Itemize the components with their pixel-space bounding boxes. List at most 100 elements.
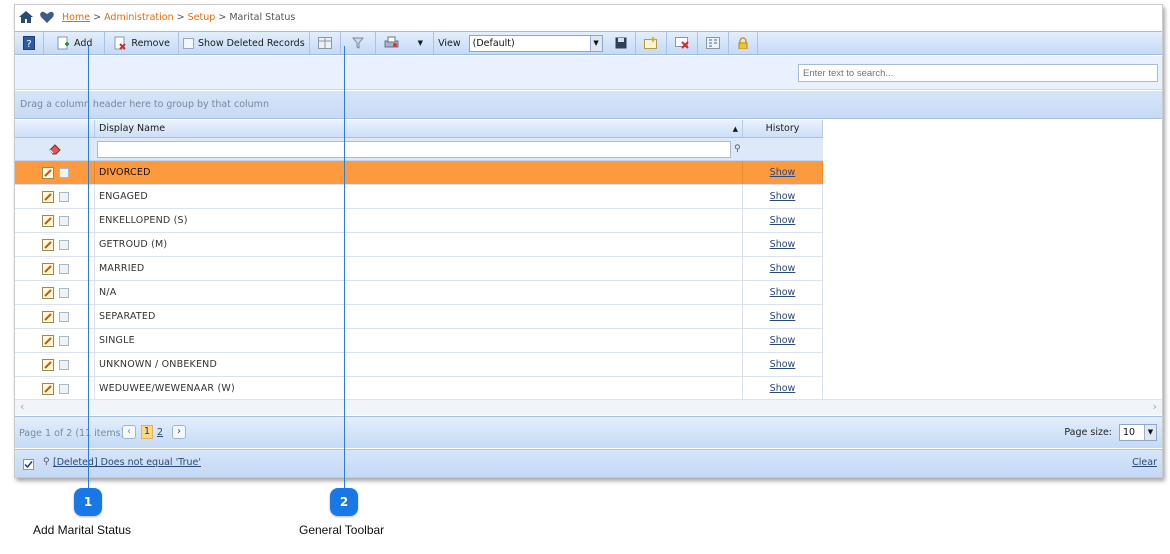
view-selector[interactable]: View (Default) ▼ xyxy=(434,32,607,54)
clear-filter-link[interactable]: Clear xyxy=(1132,457,1157,468)
history-show-link[interactable]: Show xyxy=(770,311,796,322)
show-deleted-checkbox[interactable] xyxy=(182,37,194,49)
chevron-down-icon: ▼ xyxy=(417,39,424,47)
next-page-button[interactable]: › xyxy=(172,425,186,439)
row-select-checkbox[interactable] xyxy=(59,239,69,250)
row-command-cell xyxy=(15,353,95,376)
export-button[interactable] xyxy=(376,32,408,54)
history-show-link[interactable]: Show xyxy=(770,335,796,346)
lock-view-button[interactable] xyxy=(729,32,758,54)
new-view-button[interactable] xyxy=(636,32,667,54)
row-select-checkbox[interactable] xyxy=(59,191,69,202)
history-show-link[interactable]: Show xyxy=(770,239,796,250)
display-name-cell: SINGLE xyxy=(95,329,743,352)
add-button-label: Add xyxy=(74,37,93,49)
scroll-right-icon[interactable]: › xyxy=(1153,400,1157,413)
display-name-cell: ENKELLOPEND (S) xyxy=(95,209,743,232)
breadcrumb-setup-link[interactable]: Setup xyxy=(188,12,216,23)
prev-page-button[interactable]: ‹ xyxy=(122,425,136,439)
edit-icon[interactable] xyxy=(42,238,54,251)
table-row[interactable]: SINGLE Show xyxy=(15,329,823,353)
history-cell: Show xyxy=(743,257,823,280)
remove-icon xyxy=(113,36,127,50)
display-name-filter-input[interactable] xyxy=(97,140,731,158)
edit-icon[interactable] xyxy=(42,166,54,179)
add-button[interactable]: Add xyxy=(44,32,106,54)
show-deleted-label: Show Deleted Records xyxy=(197,37,305,49)
history-cell: Show xyxy=(743,305,823,328)
horizontal-scrollbar[interactable]: ‹ › xyxy=(15,399,1162,415)
group-by-panel[interactable]: Drag a column header here to group by th… xyxy=(15,91,1162,119)
table-row[interactable]: SEPARATED Show xyxy=(15,305,823,329)
header-history[interactable]: History xyxy=(743,120,823,137)
callout-1-badge: 1 xyxy=(74,488,102,516)
edit-icon[interactable] xyxy=(42,286,54,299)
search-input[interactable] xyxy=(798,64,1158,82)
edit-icon[interactable] xyxy=(42,190,54,203)
row-command-cell xyxy=(15,185,95,208)
table-row[interactable]: MARRIED Show xyxy=(15,257,823,281)
row-command-cell xyxy=(15,305,95,328)
row-select-checkbox[interactable] xyxy=(59,359,69,370)
help-button[interactable]: ? xyxy=(15,32,44,54)
view-properties-button[interactable] xyxy=(698,32,729,54)
export-dropdown-button[interactable]: ▼ xyxy=(408,32,435,54)
page-size-select[interactable]: 10 ▼ xyxy=(1119,424,1157,441)
home-icon[interactable] xyxy=(17,8,35,26)
edit-icon[interactable] xyxy=(42,262,54,275)
edit-icon[interactable] xyxy=(42,358,54,371)
edit-icon[interactable] xyxy=(42,310,54,323)
page-2-link[interactable]: 2 xyxy=(157,427,163,438)
row-select-checkbox[interactable] xyxy=(59,263,69,274)
filter-enabled-checkbox[interactable] xyxy=(23,459,34,470)
row-select-checkbox[interactable] xyxy=(59,335,69,346)
row-select-checkbox[interactable] xyxy=(59,167,69,178)
display-name-value: N/A xyxy=(99,287,117,298)
table-row[interactable]: N/A Show xyxy=(15,281,823,305)
display-name-cell: WEDUWEE/WEWENAAR (W) xyxy=(95,377,743,400)
table-row[interactable]: ENGAGED Show xyxy=(15,185,823,209)
history-show-link[interactable]: Show xyxy=(770,167,796,178)
breadcrumb-admin-link[interactable]: Administration xyxy=(104,12,174,23)
edit-icon[interactable] xyxy=(42,214,54,227)
show-deleted-toggle[interactable]: Show Deleted Records xyxy=(179,32,310,54)
filter-funnel-icon[interactable]: ⚲ xyxy=(734,144,741,154)
callout-2-line xyxy=(344,46,345,488)
scroll-left-icon[interactable]: ‹ xyxy=(20,400,24,413)
edit-icon[interactable] xyxy=(42,382,54,395)
row-select-checkbox[interactable] xyxy=(59,215,69,226)
delete-view-button[interactable] xyxy=(667,32,698,54)
save-view-button[interactable] xyxy=(607,32,636,54)
history-show-link[interactable]: Show xyxy=(770,215,796,226)
column-chooser-button[interactable] xyxy=(310,32,341,54)
filter-expression-link[interactable]: [Deleted] Does not equal 'True' xyxy=(53,457,201,468)
table-row[interactable]: WEDUWEE/WEWENAAR (W) Show xyxy=(15,377,823,401)
history-show-link[interactable]: Show xyxy=(770,263,796,274)
filter-button[interactable] xyxy=(341,32,376,54)
remove-button[interactable]: Remove xyxy=(105,32,179,54)
chevron-down-icon[interactable]: ▼ xyxy=(1144,425,1156,440)
table-row[interactable]: UNKNOWN / ONBEKEND Show xyxy=(15,353,823,377)
grid-header: Display Name ▲ History xyxy=(15,120,823,138)
table-row[interactable]: GETROUD (M) Show xyxy=(15,233,823,257)
chevron-down-icon[interactable]: ▼ xyxy=(589,35,602,51)
breadcrumb: Home > Administration > Setup > Marital … xyxy=(62,12,295,23)
row-command-cell xyxy=(15,209,95,232)
clear-filter-button[interactable] xyxy=(15,138,95,160)
favorite-icon[interactable] xyxy=(38,8,56,26)
table-row[interactable]: ENKELLOPEND (S) Show xyxy=(15,209,823,233)
history-show-link[interactable]: Show xyxy=(770,287,796,298)
history-show-link[interactable]: Show xyxy=(770,191,796,202)
view-combo[interactable]: (Default) ▼ xyxy=(468,34,603,52)
breadcrumb-separator: > xyxy=(218,11,227,23)
edit-icon[interactable] xyxy=(42,334,54,347)
row-select-checkbox[interactable] xyxy=(59,383,69,394)
history-show-link[interactable]: Show xyxy=(770,383,796,394)
breadcrumb-home-link[interactable]: Home xyxy=(62,12,90,23)
history-show-link[interactable]: Show xyxy=(770,359,796,370)
row-select-checkbox[interactable] xyxy=(59,311,69,322)
row-select-checkbox[interactable] xyxy=(59,287,69,298)
search-band xyxy=(15,56,1162,90)
header-display-name[interactable]: Display Name ▲ xyxy=(95,120,743,137)
table-row[interactable]: DIVORCED Show xyxy=(15,161,823,185)
